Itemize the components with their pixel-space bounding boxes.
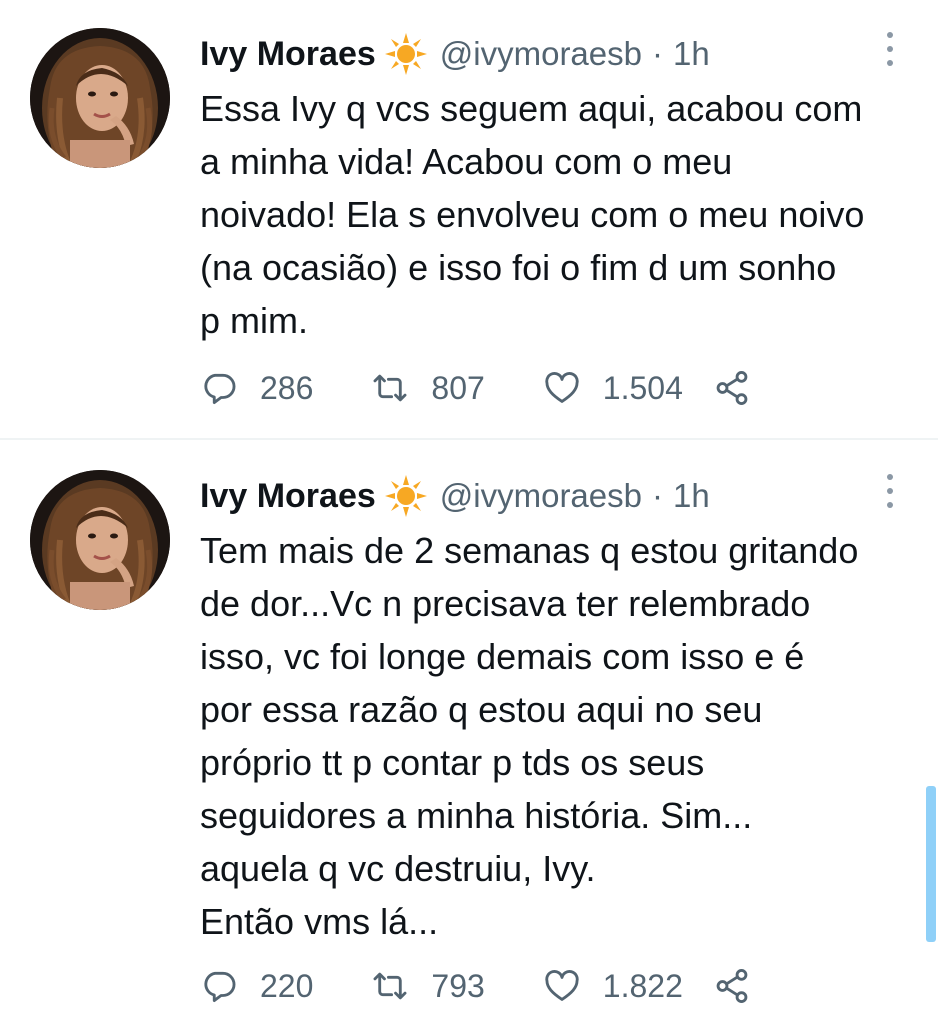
author-name[interactable]: Ivy Moraes bbox=[200, 477, 376, 516]
tweet[interactable]: Ivy Moraes @ivymoraesb · 1h Tem mais de … bbox=[0, 440, 938, 1024]
separator: · bbox=[652, 477, 663, 514]
reply-count: 286 bbox=[260, 369, 314, 406]
author-handle[interactable]: @ivymoraesb bbox=[440, 477, 642, 515]
retweet-icon bbox=[371, 369, 409, 407]
more-options-icon[interactable] bbox=[882, 32, 898, 72]
tweet-text: Tem mais de 2 semanas q estou gritando d… bbox=[200, 530, 859, 942]
like-count: 1.504 bbox=[602, 369, 683, 406]
author-handle[interactable]: @ivymoraesb bbox=[440, 35, 642, 73]
separator: · bbox=[652, 35, 663, 72]
action-bar: 286 807 1.504 bbox=[200, 358, 809, 418]
timestamp[interactable]: 1h bbox=[673, 477, 710, 515]
share-icon bbox=[713, 967, 751, 1005]
retweet-icon bbox=[371, 967, 409, 1005]
retweet-button[interactable]: 793 bbox=[371, 967, 485, 1005]
reply-icon bbox=[200, 967, 238, 1005]
reply-icon bbox=[200, 369, 238, 407]
reply-button[interactable]: 286 bbox=[200, 369, 313, 407]
avatar[interactable] bbox=[30, 28, 170, 168]
tweet-header: Ivy Moraes @ivymoraesb · 1h bbox=[200, 470, 710, 522]
profile-photo bbox=[30, 470, 170, 610]
like-count: 1.822 bbox=[602, 967, 683, 1004]
like-button[interactable]: 1.822 bbox=[543, 967, 683, 1005]
retweet-count: 793 bbox=[431, 967, 485, 1004]
reply-button[interactable]: 220 bbox=[200, 967, 313, 1005]
sun-badge-icon bbox=[384, 32, 428, 76]
tweet-header: Ivy Moraes @ivymoraesb · 1h bbox=[200, 28, 710, 80]
scrollbar[interactable] bbox=[926, 786, 936, 942]
profile-photo bbox=[30, 28, 170, 168]
reply-count: 220 bbox=[260, 967, 314, 1004]
sun-badge-icon bbox=[384, 474, 428, 518]
action-bar: 220 793 1.822 bbox=[200, 956, 809, 1016]
more-options-icon[interactable] bbox=[882, 474, 898, 514]
timestamp[interactable]: 1h bbox=[673, 35, 710, 73]
share-icon bbox=[713, 369, 751, 407]
avatar[interactable] bbox=[30, 470, 170, 610]
heart-icon bbox=[543, 967, 581, 1005]
tweet-text: Essa Ivy q vcs seguem aqui, acabou com a… bbox=[200, 88, 865, 341]
share-button[interactable] bbox=[713, 369, 751, 407]
heart-icon bbox=[543, 369, 581, 407]
author-name[interactable]: Ivy Moraes bbox=[200, 35, 376, 74]
tweet[interactable]: Ivy Moraes @ivymoraesb · 1h Essa Ivy q v… bbox=[0, 0, 938, 438]
retweet-button[interactable]: 807 bbox=[371, 369, 485, 407]
share-button[interactable] bbox=[713, 967, 751, 1005]
retweet-count: 807 bbox=[431, 369, 485, 406]
like-button[interactable]: 1.504 bbox=[543, 369, 683, 407]
